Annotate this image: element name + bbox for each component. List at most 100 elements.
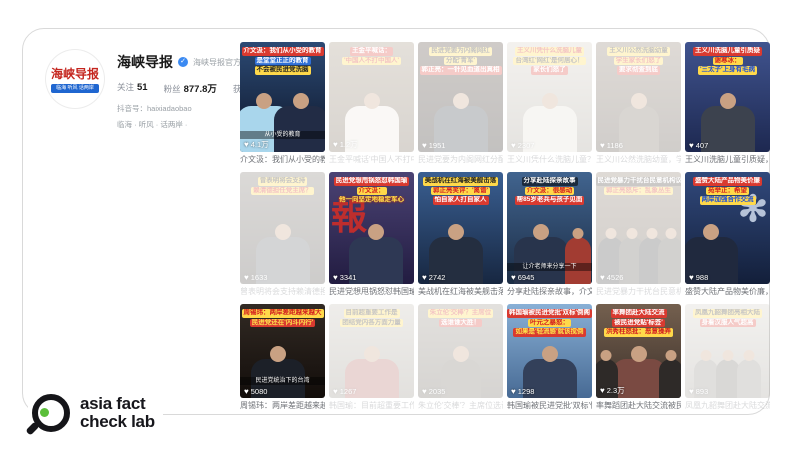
video-thumbnail[interactable]: 報民进党想甩锅怒怼韩国瑜介文汲：他一向坚定地稳定军心♥3341 bbox=[329, 172, 414, 284]
video-card[interactable]: 王义川凭什么洗脑儿童台湾红'网红'是何居心！家长们怒了♥2307王义川凭什么洗脑… bbox=[507, 42, 592, 165]
video-card[interactable]: 目前超重要工作是团结党内各方面力量♥1267 韩国瑜：目前超重要工作是团结党内..… bbox=[329, 304, 414, 411]
person-silhouette bbox=[658, 237, 681, 284]
video-card[interactable]: 王金平喊话：'中国人不打中国人'♥1.2万王金平喊话'中国人不打中国人'，呼吁两… bbox=[329, 42, 414, 165]
video-thumbnail[interactable]: 民进党暴力干扰台民意机构议事郭正亮怒斥：乱象丛生 ♥4526 bbox=[596, 172, 681, 284]
video-caption: 介文汲：我们从小受的教育是正统中华文... bbox=[240, 155, 325, 165]
video-card[interactable]: 王义川洗脑儿童引质疑谢寒冰：'三太子'上身有毛病♥407王义川洗脑儿童引质疑，谢… bbox=[685, 42, 770, 165]
video-thumbnail[interactable]: 曾表明将会支持赖清德担任党主席？♥1633 bbox=[240, 172, 325, 284]
heart-icon: ♥ bbox=[689, 142, 694, 150]
video-subtitle: 让介老师来分享一下 bbox=[507, 263, 592, 271]
thumb-overlay-text: 民进党要为内阁网红 bbox=[429, 47, 492, 56]
thumb-overlay: 王金平喊话：'中国人不打中国人' bbox=[330, 47, 413, 65]
video-card[interactable]: 朱立伦'交棒'？主席位选谁谁大胜！♥2035朱立伦'交棒'？主席位选谁谁大胜..… bbox=[418, 304, 503, 411]
verified-icon: ✓ bbox=[178, 57, 188, 67]
like-count: ♥4526 bbox=[600, 273, 623, 282]
video-thumbnail[interactable]: 王义川公然洗脑幼童学生家长们怒了要求彻查到底♥1186 bbox=[596, 42, 681, 152]
heart-icon: ♥ bbox=[244, 274, 249, 282]
video-subtitle: 民进党统治下的台湾 bbox=[240, 377, 325, 385]
thumb-overlay: 朱立伦'交棒'？主席位选谁谁大胜！ bbox=[419, 309, 502, 327]
stat-followers[interactable]: 粉丝877.8万 bbox=[164, 81, 217, 95]
video-card[interactable]: 凤凰九韶舞团亮相大陆身着汉服人气超高♥893凤凰九韶舞团赴大陆交流引关注... bbox=[685, 304, 770, 411]
video-thumbnail[interactable]: 朱立伦'交棒'？主席位选谁谁大胜！♥2035 bbox=[418, 304, 503, 398]
video-thumbnail[interactable]: 王义川洗脑儿童引质疑谢寒冰：'三太子'上身有毛病 ♥407 bbox=[685, 42, 770, 152]
video-caption: 民进党想甩锅怒怼韩国瑜？介文汲：... bbox=[329, 287, 414, 297]
thumb-overlay: 美战机在红海被美舰击落郭正亮笑评：'离谱'怕自家人打自家人 bbox=[419, 177, 502, 205]
video-card[interactable]: 報民进党想甩锅怒怼韩国瑜介文汲：他一向坚定地稳定军心♥3341 民进党想甩锅怒怼韩… bbox=[329, 172, 414, 297]
video-card[interactable]: 分享赴陆探亲故事介文汲：很感动帮85岁老兵与孩子见面让介老师来分享一下♥6945… bbox=[507, 172, 592, 297]
video-thumbnail[interactable]: 凤凰九韶舞团亮相大陆身着汉服人气超高♥893 bbox=[685, 304, 770, 398]
video-thumbnail[interactable]: 王义川凭什么洗脑儿童台湾红'网红'是何居心！家长们怒了♥2307 bbox=[507, 42, 592, 152]
video-caption: 王金平喊话'中国人不打中国人'，呼吁两... bbox=[329, 155, 414, 165]
thumb-overlay-text: 被民进党贴'标签' bbox=[612, 319, 665, 328]
like-count: ♥407 bbox=[689, 141, 708, 150]
like-count-value: 2035 bbox=[429, 387, 446, 396]
thumb-overlay-text: 叶元之暴怒： bbox=[528, 319, 571, 328]
video-thumbnail[interactable]: 王金平喊话：'中国人不打中国人'♥1.2万 bbox=[329, 42, 414, 152]
video-card[interactable]: 民进党暴力干扰台民意机构议事郭正亮怒斥：乱象丛生 ♥4526民进党暴力干扰台民意机… bbox=[596, 172, 681, 297]
thumb-overlay: 凤凰九韶舞团亮相大陆身着汉服人气超高 bbox=[686, 309, 769, 327]
thumb-overlay-text: 盛赞大陆产品物美价廉 bbox=[693, 177, 762, 186]
thumb-overlay-text: 选谁谁大胜！ bbox=[439, 319, 482, 328]
video-thumbnail[interactable]: 美战机在红海被美舰击落郭正亮笑评：'离谱'怕自家人打自家人♥2742 bbox=[418, 172, 503, 284]
video-card[interactable]: 曾表明将会支持赖清德担任党主席？♥1633曾表明将会支持赖清德担任党主席？... bbox=[240, 172, 325, 297]
afcl-logo: asia fact check lab bbox=[28, 390, 163, 436]
heart-icon: ♥ bbox=[600, 387, 605, 395]
avatar-ribbon: 临海 听风 话两岸 bbox=[51, 84, 99, 93]
like-count: ♥5080 bbox=[244, 387, 267, 396]
person-silhouette bbox=[737, 359, 761, 398]
thumb-overlay-text: 团结党内各方面力量 bbox=[340, 319, 403, 328]
thumb-overlay-text: 介文汲： bbox=[357, 187, 387, 196]
video-card[interactable]: 介文汲：我们从小受的教育是堂堂正正的教育不会被民进党洗脑从小受的教育♥4.1万介… bbox=[240, 42, 325, 165]
heart-icon: ♥ bbox=[689, 274, 694, 282]
video-row: 周锡玮：两岸差距越来越大民进党还在'内斗内行'民进党统治下的台湾♥5080周锡玮… bbox=[240, 304, 770, 411]
video-thumbnail[interactable]: 介文汲：我们从小受的教育是堂堂正正的教育不会被民进党洗脑从小受的教育♥4.1万 bbox=[240, 42, 325, 152]
video-caption: 美战机在红海被美舰击落，郭正亮笑... bbox=[418, 287, 503, 297]
thumb-overlay: 王义川洗脑儿童引质疑谢寒冰：'三太子'上身有毛病 bbox=[686, 47, 769, 75]
video-caption: 民进党要为内阁网红分配'青军'？郭正亮... bbox=[418, 155, 503, 165]
like-count: ♥1633 bbox=[244, 273, 267, 282]
thumb-overlay-text: 谢寒冰： bbox=[713, 57, 743, 66]
video-card[interactable]: 美战机在红海被美舰击落郭正亮笑评：'离谱'怕自家人打自家人♥2742美战机在红海… bbox=[418, 172, 503, 297]
video-row: 介文汲：我们从小受的教育是堂堂正正的教育不会被民进党洗脑从小受的教育♥4.1万介… bbox=[240, 42, 770, 165]
video-card[interactable]: 周锡玮：两岸差距越来越大民进党还在'内斗内行'民进党统治下的台湾♥5080周锡玮… bbox=[240, 304, 325, 411]
thumb-overlay-text: 两岸加强合作交流 bbox=[700, 196, 756, 205]
video-card[interactable]: 王义川公然洗脑幼童学生家长们怒了要求彻查到底♥1186 王义川公然洗脑幼童，学生家… bbox=[596, 42, 681, 165]
profile-avatar[interactable]: 海峡导报 临海 听风 话两岸 bbox=[46, 50, 104, 108]
thumb-overlay-text: 苑举正：希望 bbox=[706, 187, 749, 196]
thumb-overlay-text: '三太子'上身有毛病 bbox=[698, 66, 757, 75]
thumb-overlay-text: 郭正亮：一针见血道出真相 bbox=[420, 66, 502, 75]
video-caption: 韩国瑜：目前超重要工作是团结党内... bbox=[329, 401, 414, 411]
like-count-value: 4526 bbox=[607, 273, 624, 282]
thumb-overlay-text: 郭正亮怒斥：乱象丛生 bbox=[604, 187, 673, 196]
video-thumbnail[interactable]: 分享赴陆探亲故事介文汲：很感动帮85岁老兵与孩子见面让介老师来分享一下♥6945 bbox=[507, 172, 592, 284]
heart-icon: ♥ bbox=[333, 274, 338, 282]
video-card[interactable]: 韩国瑜被民进党批'双标'倒阁叶元之暴怒：如果是'轻流感'就该搅倒♥1298 韩国瑜… bbox=[507, 304, 592, 411]
heart-icon: ♥ bbox=[244, 141, 249, 149]
video-thumbnail[interactable]: 周锡玮：两岸差距越来越大民进党还在'内斗内行'民进党统治下的台湾♥5080 bbox=[240, 304, 325, 398]
thumb-overlay-text: 洪秀柱怒批：恶意操弄 bbox=[604, 328, 673, 337]
thumb-overlay-text: 介文汲：很感动 bbox=[525, 187, 575, 196]
video-thumbnail[interactable]: 韩国瑜被民进党批'双标'倒阁叶元之暴怒：如果是'轻流感'就该搅倒♥1298 bbox=[507, 304, 592, 398]
heart-icon: ♥ bbox=[511, 142, 516, 150]
like-count-value: 407 bbox=[696, 141, 709, 150]
like-count-value: 2307 bbox=[518, 141, 535, 150]
thumb-overlay-text: 赖清德担任党主席？ bbox=[251, 187, 314, 196]
like-count: ♥6945 bbox=[511, 273, 534, 282]
thumb-overlay-text: 台湾红'网红'是何居心！ bbox=[513, 57, 585, 66]
video-card[interactable]: ✻盛赞大陆产品物美价廉苑举正：希望两岸加强合作交流♥988盛赞大陆产品物美价廉，… bbox=[685, 172, 770, 297]
video-thumbnail[interactable]: ✻盛赞大陆产品物美价廉苑举正：希望两岸加强合作交流♥988 bbox=[685, 172, 770, 284]
video-thumbnail[interactable]: 率舞团赴大陆交流被民进党贴'标签'洪秀柱怒批：恶意操弄♥2.3万 bbox=[596, 304, 681, 398]
thumb-overlay: 民进党暴力干扰台民意机构议事郭正亮怒斥：乱象丛生 bbox=[597, 177, 680, 195]
video-caption: 韩国瑜被民进党批'双标'倒阁，叶元之暴... bbox=[507, 401, 592, 411]
video-caption: 王义川公然洗脑幼童，学生家长们怒了... bbox=[596, 155, 681, 165]
stat-following[interactable]: 关注51 bbox=[117, 81, 148, 95]
thumb-overlay-text: 家长们怒了 bbox=[531, 66, 568, 75]
video-card[interactable]: 民进党要为内阁网红分配'青军'郭正亮：一针见血道出真相♥1951民进党要为内阁网… bbox=[418, 42, 503, 165]
like-count-value: 1951 bbox=[429, 141, 446, 150]
person-silhouette bbox=[274, 106, 325, 152]
like-count: ♥3341 bbox=[333, 273, 356, 282]
video-thumbnail[interactable]: 目前超重要工作是团结党内各方面力量♥1267 bbox=[329, 304, 414, 398]
like-count-value: 1.2万 bbox=[340, 139, 358, 150]
video-thumbnail[interactable]: 民进党要为内阁网红分配'青军'郭正亮：一针见血道出真相♥1951 bbox=[418, 42, 503, 152]
video-card[interactable]: 率舞团赴大陆交流被民进党贴'标签'洪秀柱怒批：恶意操弄♥2.3万率舞蹈团赴大陆交… bbox=[596, 304, 681, 411]
